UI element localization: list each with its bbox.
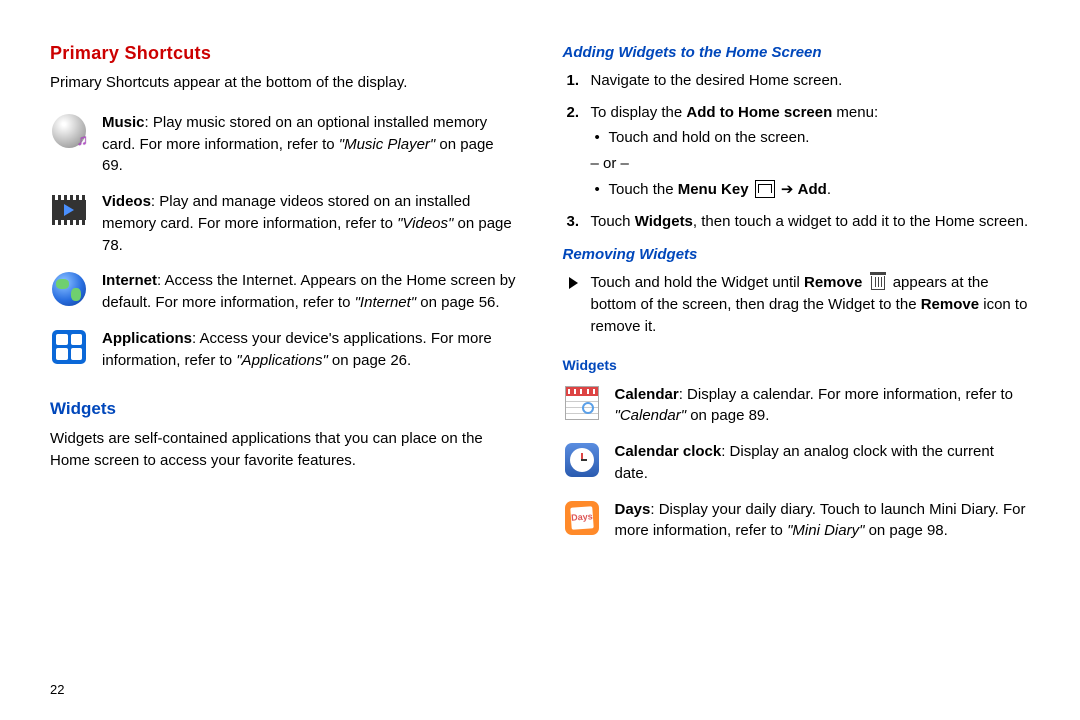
removing-widgets-list: Touch and hold the Widget until Remove a…	[563, 272, 1031, 347]
step-2: To display the Add to Home screen menu: …	[591, 102, 1031, 201]
row-days: Days Days: Display your daily diary. Tou…	[563, 499, 1031, 543]
step-2-bullet-2: Touch the Menu Key ➔ Add.	[609, 179, 1031, 201]
heading-adding-widgets: Adding Widgets to the Home Screen	[563, 42, 1031, 64]
days-text: Days: Display your daily diary. Touch to…	[615, 499, 1031, 543]
heading-widgets-list: Widgets	[563, 355, 1031, 375]
or-separator: – or –	[591, 153, 1031, 175]
primary-shortcuts-intro: Primary Shortcuts appear at the bottom o…	[50, 72, 518, 94]
row-calendar: Calendar: Display a calendar. For more i…	[563, 384, 1031, 428]
applications-text: Applications: Access your device's appli…	[102, 328, 518, 372]
heading-primary-shortcuts: Primary Shortcuts	[50, 40, 518, 66]
row-videos: Videos: Play and manage videos stored on…	[50, 191, 518, 256]
removing-widgets-item: Touch and hold the Widget until Remove a…	[591, 272, 1031, 337]
calendar-clock-text: Calendar clock: Display an analog clock …	[615, 441, 1031, 485]
row-internet: Internet: Access the Internet. Appears o…	[50, 270, 518, 314]
heading-removing-widgets: Removing Widgets	[563, 244, 1031, 266]
widgets-intro: Widgets are self-contained applications …	[50, 428, 518, 472]
menu-key-icon	[755, 180, 775, 198]
videos-text: Videos: Play and manage videos stored on…	[102, 191, 518, 256]
heading-widgets: Widgets	[50, 397, 518, 422]
music-icon	[50, 112, 88, 150]
left-column: Primary Shortcuts Primary Shortcuts appe…	[50, 40, 518, 700]
calendar-text: Calendar: Display a calendar. For more i…	[615, 384, 1031, 428]
apps-icon	[50, 328, 88, 366]
trash-icon	[869, 272, 887, 292]
videos-icon	[50, 191, 88, 229]
row-calendar-clock: Calendar clock: Display an analog clock …	[563, 441, 1031, 485]
calendar-clock-icon	[563, 441, 601, 479]
step-1: Navigate to the desired Home screen.	[591, 70, 1031, 92]
adding-widgets-steps: Navigate to the desired Home screen. To …	[563, 70, 1031, 243]
calendar-icon	[563, 384, 601, 422]
step-3: Touch Widgets, then touch a widget to ad…	[591, 211, 1031, 233]
row-applications: Applications: Access your device's appli…	[50, 328, 518, 372]
days-icon: Days	[563, 499, 601, 537]
step-2-bullet-1: Touch and hold on the screen.	[609, 127, 1031, 149]
step-2-bullets: Touch and hold on the screen.	[591, 127, 1031, 149]
music-text: Music: Play music stored on an optional …	[102, 112, 518, 177]
row-music: Music: Play music stored on an optional …	[50, 112, 518, 177]
internet-text: Internet: Access the Internet. Appears o…	[102, 270, 518, 314]
globe-icon	[50, 270, 88, 308]
page-number: 22	[50, 681, 64, 700]
right-column: Adding Widgets to the Home Screen Naviga…	[563, 40, 1031, 700]
